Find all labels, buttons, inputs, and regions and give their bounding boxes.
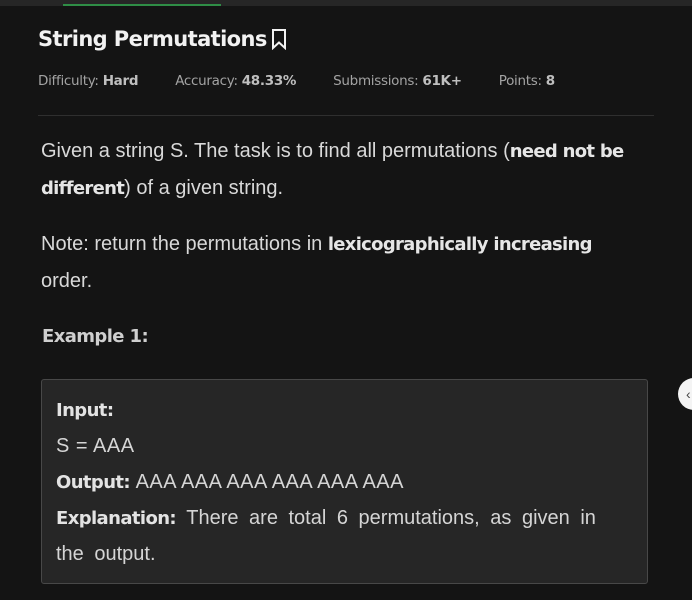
accuracy: Accuracy: 48.33%	[175, 73, 297, 89]
explanation-continuation: the output.	[56, 543, 156, 565]
input-label-line: Input:	[56, 400, 114, 421]
title-row: String Permutations	[38, 27, 288, 51]
points: Points: 8	[498, 73, 555, 89]
accuracy-value: 48.33%	[241, 73, 297, 89]
example-heading: Example 1:	[42, 326, 149, 347]
example-box: Input: S = AAA Output: AAA AAA AAA AAA A…	[41, 379, 648, 584]
problem-title: String Permutations	[38, 27, 267, 51]
submissions: Submissions: 61K+	[333, 73, 462, 89]
active-tab-indicator	[63, 4, 221, 6]
submissions-value: 61K+	[422, 73, 462, 89]
difficulty-value: Hard	[102, 73, 139, 89]
bookmark-icon[interactable]	[270, 28, 288, 51]
divider	[38, 115, 654, 116]
input-value: S = AAA	[56, 435, 135, 457]
chevron-left-icon: ‹	[686, 386, 691, 402]
problem-note: Note: return the permutations in lexicog…	[41, 233, 593, 292]
difficulty: Difficulty: Hard	[38, 73, 139, 89]
problem-statement: Given a string S. The task is to find al…	[41, 140, 624, 199]
problem-meta: Difficulty: Hard Accuracy: 48.33% Submis…	[38, 73, 592, 89]
points-value: 8	[545, 73, 555, 89]
output-line: Output: AAA AAA AAA AAA AAA AAA	[56, 471, 404, 493]
collapse-panel-button[interactable]: ‹	[678, 378, 692, 410]
explanation-line: Explanation: There are total 6 permutati…	[56, 507, 596, 529]
